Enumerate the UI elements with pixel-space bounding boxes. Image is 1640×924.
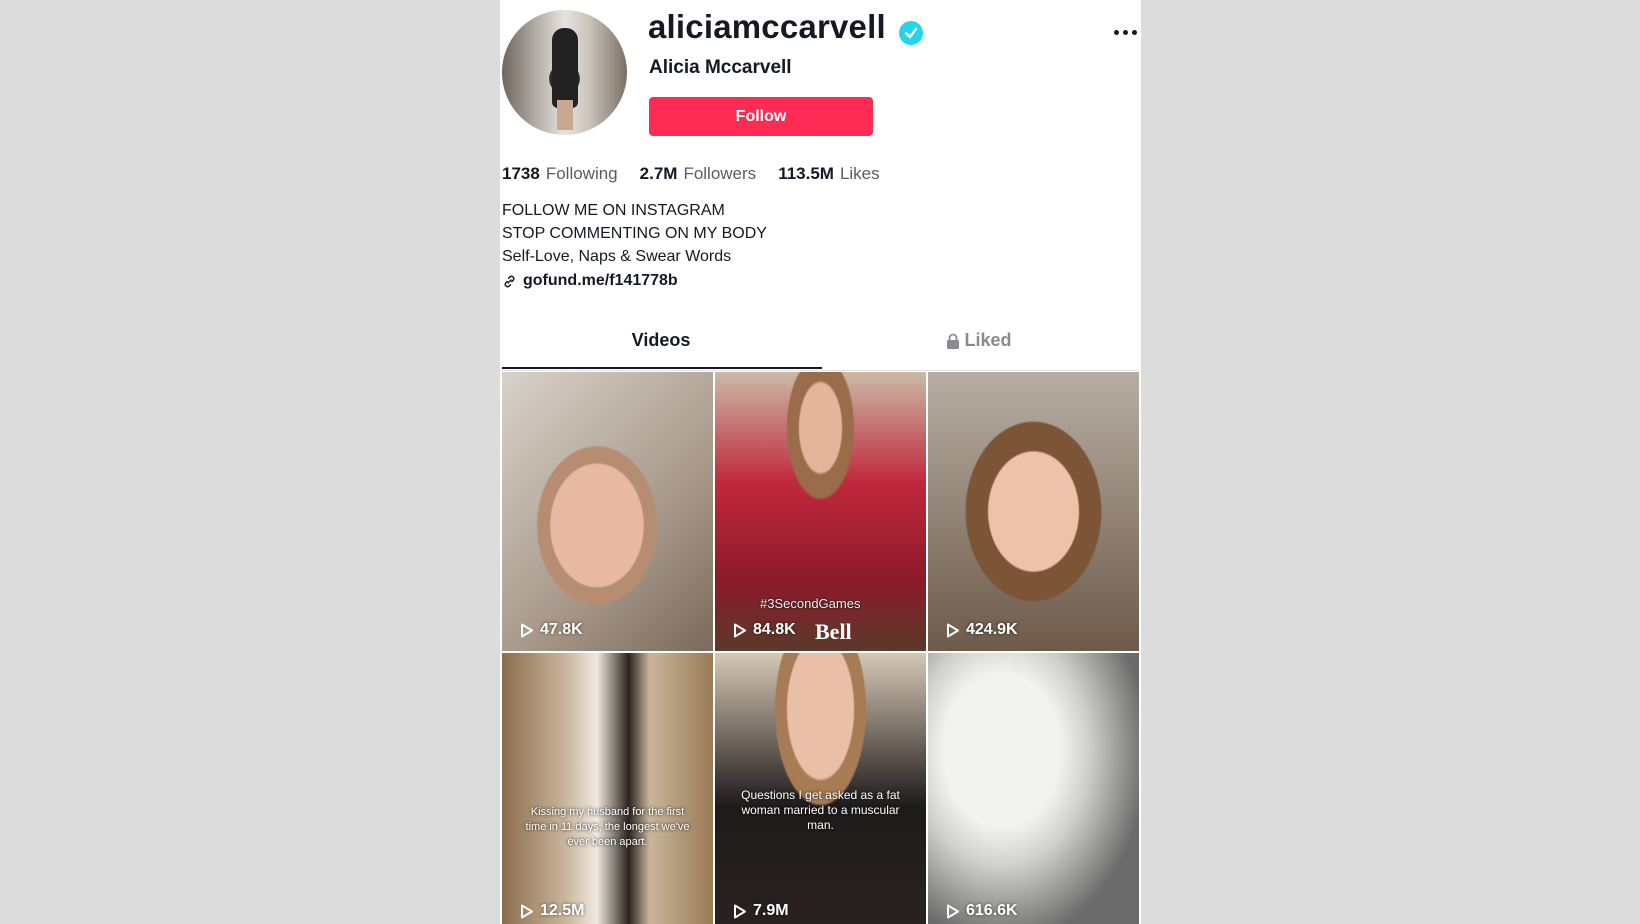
- link-icon: [504, 275, 515, 287]
- avatar-figure: [552, 28, 578, 108]
- video-hashtag: #3SecondGames: [760, 596, 861, 611]
- follow-button[interactable]: Follow: [649, 97, 873, 136]
- video-thumbnail[interactable]: #3SecondGames Bell 84.8K: [715, 372, 926, 651]
- video-caption: Questions I get asked as a fat woman mar…: [741, 788, 900, 832]
- verified-badge-icon: [899, 21, 923, 45]
- username: aliciamccarvell: [648, 8, 886, 45]
- tab-videos[interactable]: Videos: [502, 330, 820, 351]
- play-icon: [521, 904, 533, 918]
- video-thumbnail[interactable]: 47.8K: [502, 372, 713, 651]
- tab-liked[interactable]: Liked: [820, 330, 1138, 351]
- video-thumbnail[interactable]: Kissing my husband for the first time in…: [502, 653, 713, 924]
- stat-likes: 113.5M Likes: [778, 164, 880, 183]
- stat-followers[interactable]: 2.7M Followers: [640, 164, 757, 184]
- bio-line: FOLLOW ME ON INSTAGRAM: [502, 202, 725, 219]
- video-thumbnail[interactable]: 424.9K: [928, 372, 1139, 651]
- bio-line: Self-Love, Naps & Swear Words: [502, 248, 732, 265]
- profile-link[interactable]: gofund.me/f141778b: [502, 272, 678, 290]
- video-caption: Kissing my husband for the first time in…: [525, 806, 690, 848]
- avatar[interactable]: [502, 10, 627, 135]
- bio-line: STOP COMMENTING ON MY BODY: [502, 225, 767, 242]
- avatar-legs: [557, 100, 573, 130]
- view-count: 616.6K: [946, 902, 1018, 920]
- view-count: 424.9K: [946, 621, 1018, 639]
- video-thumbnail[interactable]: Questions I get asked as a fat woman mar…: [715, 653, 926, 924]
- tab-liked-label: Liked: [964, 330, 1012, 350]
- view-count: 7.9M: [733, 902, 789, 920]
- view-count: 12.5M: [520, 902, 584, 920]
- profile-link-text[interactable]: gofund.me/f141778b: [523, 272, 678, 290]
- tab-bar: Videos Liked: [502, 330, 1139, 371]
- play-icon: [734, 623, 746, 637]
- play-icon: [947, 904, 959, 918]
- profile-panel: aliciamccarvell Alicia Mccarvell Follow …: [500, 0, 1141, 924]
- play-icon: [734, 904, 746, 918]
- view-count: 84.8K: [733, 621, 796, 639]
- brand-logo: Bell: [815, 619, 852, 644]
- profile-stats: 1738 Following 2.7M Followers 113.5M Likes: [502, 164, 880, 184]
- view-count: 47.8K: [520, 621, 583, 639]
- video-thumbnail[interactable]: 616.6K: [928, 653, 1139, 924]
- more-options-icon[interactable]: [1114, 30, 1137, 35]
- stat-following[interactable]: 1738 Following: [502, 164, 618, 184]
- lock-icon: [947, 333, 960, 349]
- play-icon: [521, 623, 533, 637]
- play-icon: [947, 623, 959, 637]
- display-name: Alicia Mccarvell: [649, 57, 792, 78]
- active-tab-indicator: [502, 367, 822, 369]
- bio: FOLLOW ME ON INSTAGRAM STOP COMMENTING O…: [502, 199, 767, 268]
